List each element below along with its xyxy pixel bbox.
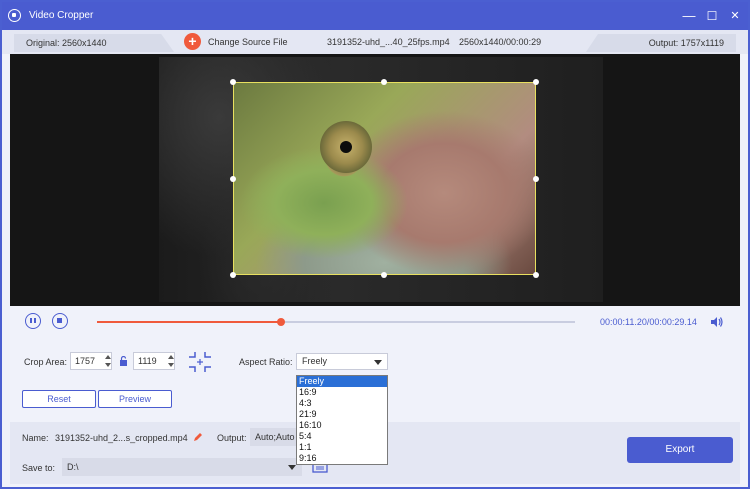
title-bar: Video Cropper — ☐ ✕	[2, 2, 748, 30]
crop-region[interactable]	[233, 82, 536, 275]
progress-fill	[97, 321, 281, 323]
aspect-ratio-value: Freely	[302, 356, 328, 366]
total-time: /00:00:29.14	[646, 317, 697, 327]
output-file-name: 3191352-uhd_2...s_cropped.mp4	[55, 433, 188, 443]
save-to-label: Save to:	[22, 463, 56, 473]
close-button[interactable]: ✕	[724, 6, 746, 26]
chameleon-pupil-image	[340, 141, 352, 153]
crop-area-label: Crop Area:	[24, 357, 68, 367]
output-format-select[interactable]: Auto;Auto	[250, 428, 300, 446]
crop-handle-middle-right[interactable]	[533, 176, 539, 182]
crop-handle-top-right[interactable]	[533, 79, 539, 85]
crop-settings-row: Crop Area: 1757 1119 Aspect Ratio: Freel…	[24, 352, 724, 376]
crop-width-stepper[interactable]	[104, 353, 112, 369]
source-file-resolution-duration: 2560x1440/00:00:29	[459, 37, 542, 47]
output-label: Output:	[217, 433, 247, 443]
export-button[interactable]: Export	[627, 437, 733, 463]
aspect-option[interactable]: Freely	[297, 376, 387, 387]
preview-button[interactable]: Preview	[98, 390, 172, 408]
aspect-option[interactable]: 16:9	[297, 387, 387, 398]
maximize-button[interactable]: ☐	[701, 6, 723, 26]
center-crop-icon[interactable]	[187, 350, 213, 374]
aspect-option[interactable]: 5:4	[297, 431, 387, 442]
output-resolution: Output: 1757x1119	[586, 34, 736, 52]
aspect-option[interactable]: 16:10	[297, 420, 387, 431]
source-file-name: 3191352-uhd_...40_25fps.mp4	[327, 37, 450, 47]
chevron-down-icon	[374, 360, 382, 365]
pause-icon[interactable]	[25, 313, 41, 329]
aspect-ratio-dropdown: Freely 16:9 4:3 21:9 16:10 5:4 1:1 9:16	[296, 375, 388, 465]
reset-button[interactable]: Reset	[22, 390, 96, 408]
crop-height-stepper[interactable]	[167, 353, 175, 369]
window-title: Video Cropper	[29, 10, 94, 21]
aspect-option[interactable]: 4:3	[297, 398, 387, 409]
video-cropper-window: Video Cropper — ☐ ✕ Original: 2560x1440 …	[0, 0, 750, 489]
volume-icon[interactable]	[710, 316, 724, 328]
edit-name-icon[interactable]	[193, 432, 203, 442]
stop-icon[interactable]	[52, 313, 68, 329]
app-logo-icon	[8, 9, 21, 22]
aspect-option[interactable]: 9:16	[297, 453, 387, 464]
crop-handle-bottom-right[interactable]	[533, 272, 539, 278]
minimize-button[interactable]: —	[678, 6, 700, 26]
save-path-value: D:\	[67, 462, 79, 472]
video-frame	[159, 57, 603, 302]
crop-handle-bottom-center[interactable]	[381, 272, 387, 278]
save-path-select[interactable]: D:\	[62, 458, 302, 476]
original-resolution: Original: 2560x1440	[14, 34, 174, 52]
chevron-down-icon	[288, 465, 296, 470]
current-time: 00:00:11.20	[600, 317, 647, 327]
crop-handle-top-center[interactable]	[381, 79, 387, 85]
progress-track[interactable]	[97, 318, 575, 326]
add-source-icon[interactable]: +	[184, 33, 201, 50]
playback-controls: 00:00:11.20/00:00:29.14	[10, 310, 740, 336]
name-label: Name:	[22, 433, 49, 443]
aspect-option[interactable]: 21:9	[297, 409, 387, 420]
time-display: 00:00:11.20/00:00:29.14	[600, 317, 697, 327]
info-bar: Original: 2560x1440 + Change Source File…	[2, 30, 748, 54]
crop-handle-middle-left[interactable]	[230, 176, 236, 182]
aspect-option[interactable]: 1:1	[297, 442, 387, 453]
crop-handle-bottom-left[interactable]	[230, 272, 236, 278]
video-preview-area	[10, 54, 740, 306]
lock-icon[interactable]	[119, 356, 128, 366]
change-source-file-link[interactable]: Change Source File	[208, 37, 288, 47]
progress-thumb[interactable]	[277, 318, 285, 326]
crop-handle-top-left[interactable]	[230, 79, 236, 85]
aspect-ratio-select[interactable]: Freely	[296, 353, 388, 370]
aspect-ratio-label: Aspect Ratio:	[239, 357, 293, 367]
